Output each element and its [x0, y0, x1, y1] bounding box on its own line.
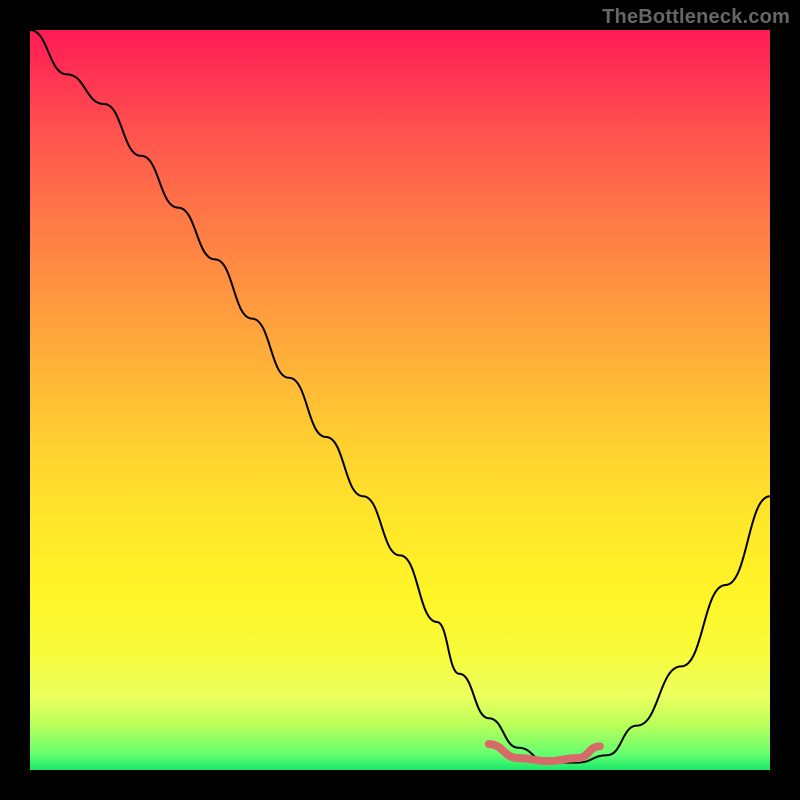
chart-container: TheBottleneck.com: [0, 0, 800, 800]
optimal-range-highlight: [489, 744, 600, 761]
curve-svg: [30, 30, 770, 770]
bottleneck-curve: [30, 30, 770, 763]
watermark-text: TheBottleneck.com: [602, 6, 790, 29]
plot-area: [30, 30, 770, 770]
